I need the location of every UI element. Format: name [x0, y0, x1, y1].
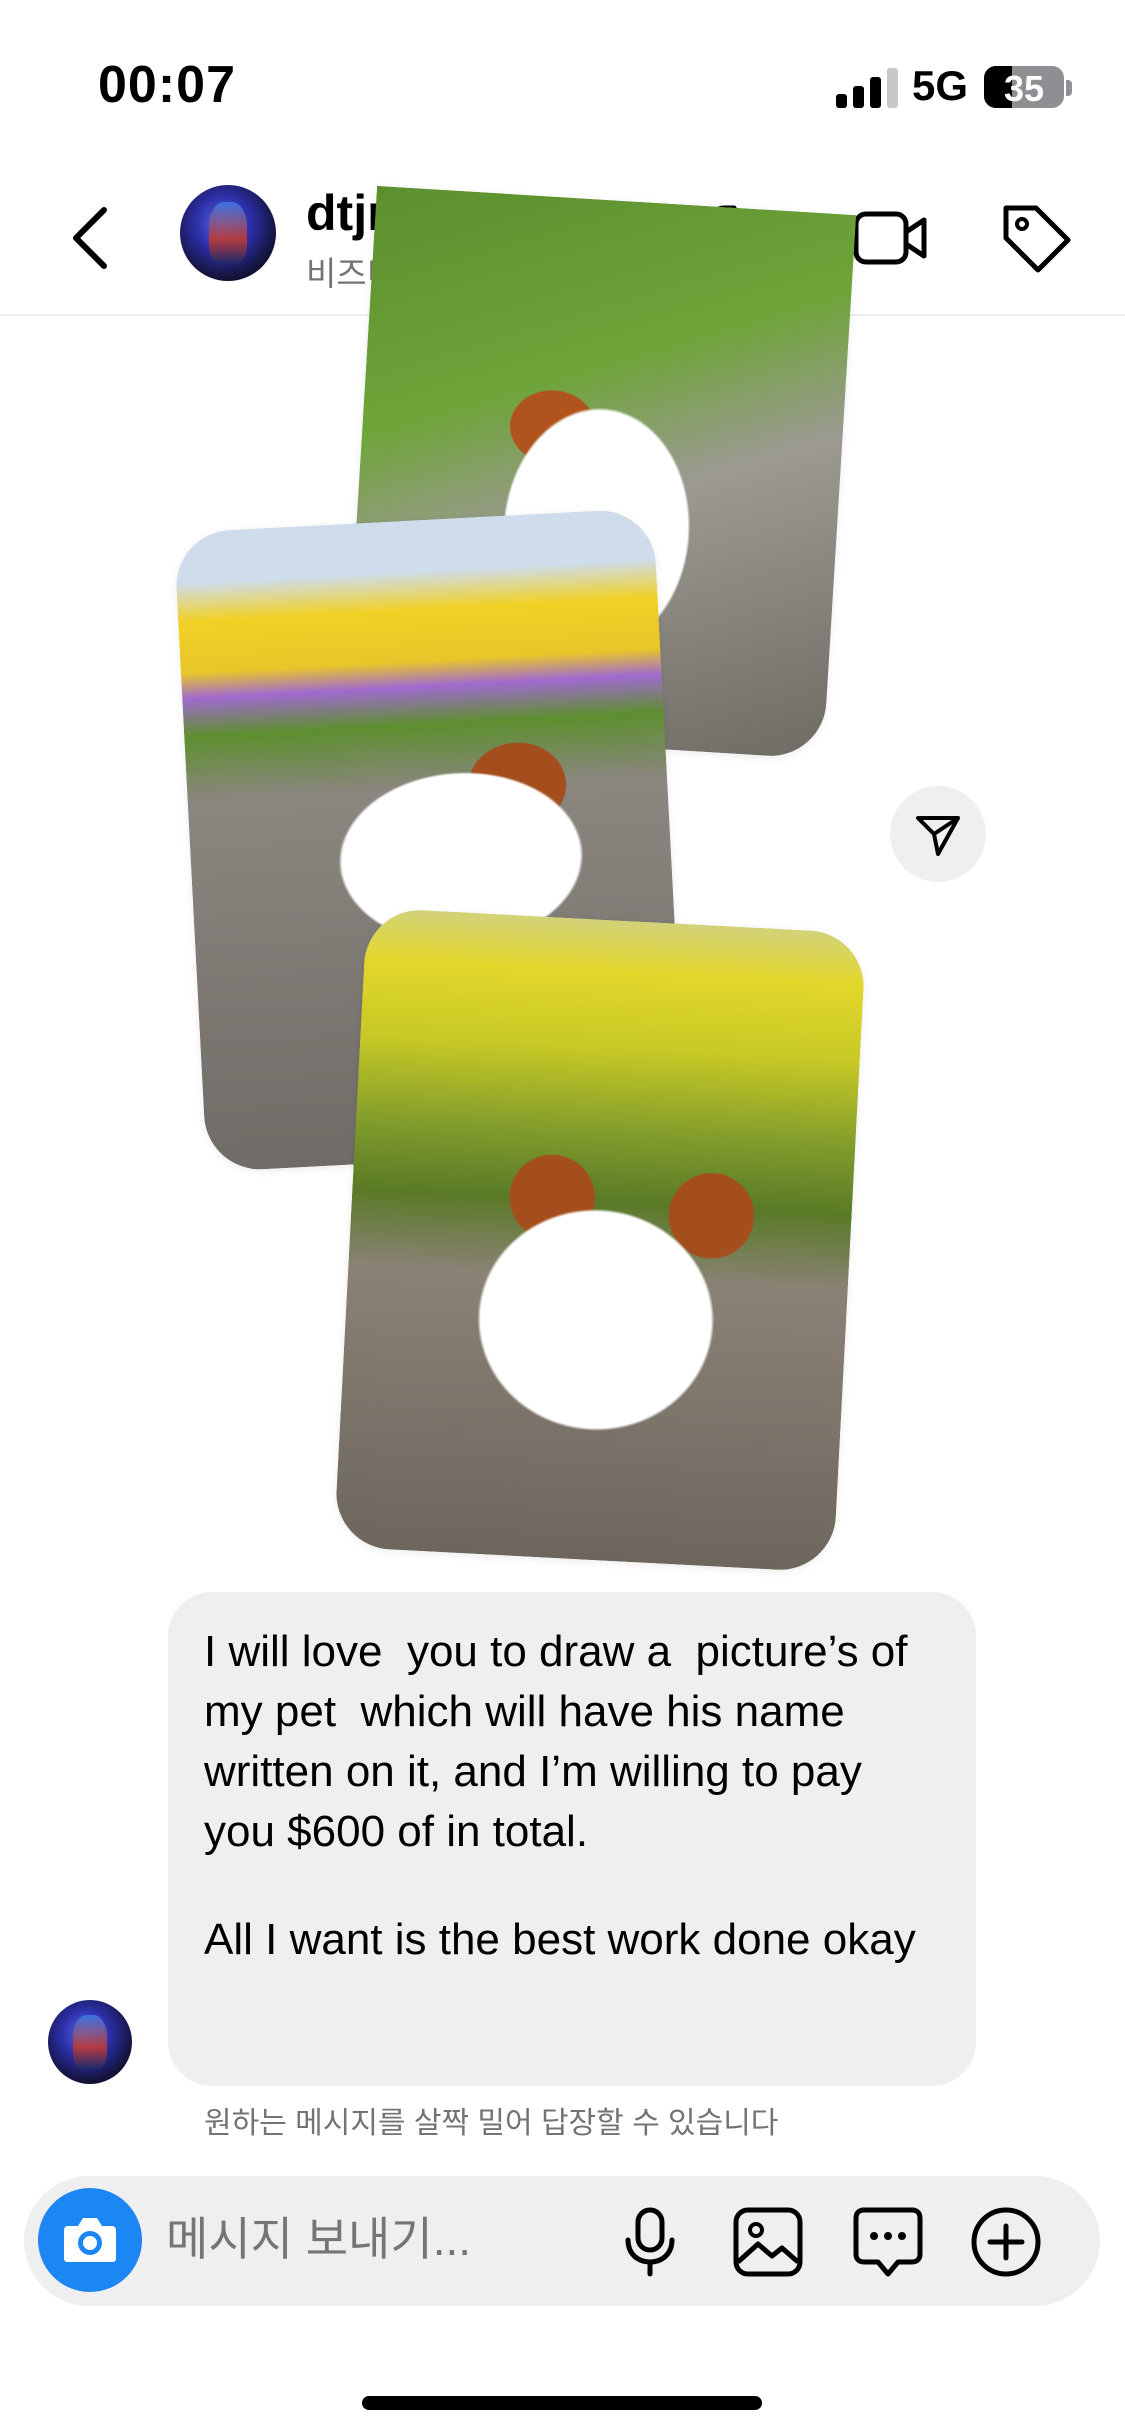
- send-icon: [916, 816, 960, 856]
- signal-icon: [836, 68, 898, 108]
- plus-icon[interactable]: [968, 2204, 1044, 2280]
- share-button[interactable]: [890, 786, 986, 882]
- camera-icon: [64, 2218, 116, 2262]
- network-type: 5G: [912, 62, 969, 109]
- message-text: All I want is the best work done okay: [204, 1915, 916, 1964]
- pet-photo-3[interactable]: [333, 907, 867, 1573]
- message-composer: [24, 2176, 1100, 2306]
- message-input[interactable]: [166, 2212, 606, 2266]
- microphone-icon[interactable]: [612, 2204, 688, 2280]
- battery-level: 35: [1003, 68, 1045, 109]
- gallery-icon[interactable]: [730, 2204, 806, 2280]
- video-camera-icon[interactable]: [850, 198, 930, 278]
- back-arrow-icon[interactable]: [62, 202, 122, 274]
- battery-tip: [1066, 80, 1072, 96]
- avatar[interactable]: [180, 185, 276, 281]
- status-time: 00:07: [98, 56, 236, 114]
- message-text: I will love you to draw a picture’s of m…: [204, 1627, 920, 1856]
- dm-screen: 00:07 5G 35 dtjrhfg 비즈니스 채팅: [0, 0, 1125, 2436]
- home-indicator[interactable]: [362, 2396, 762, 2410]
- sender-avatar[interactable]: [48, 2000, 132, 2084]
- camera-button[interactable]: [38, 2188, 142, 2292]
- swipe-reply-hint: 원하는 메시지를 살짝 밀어 답장할 수 있습니다: [204, 2107, 779, 2140]
- tag-icon[interactable]: [996, 198, 1076, 278]
- battery-icon: 35: [984, 66, 1064, 109]
- sticker-chat-icon[interactable]: [850, 2204, 926, 2280]
- message-bubble[interactable]: I will love you to draw a picture’s of m…: [168, 1592, 976, 2086]
